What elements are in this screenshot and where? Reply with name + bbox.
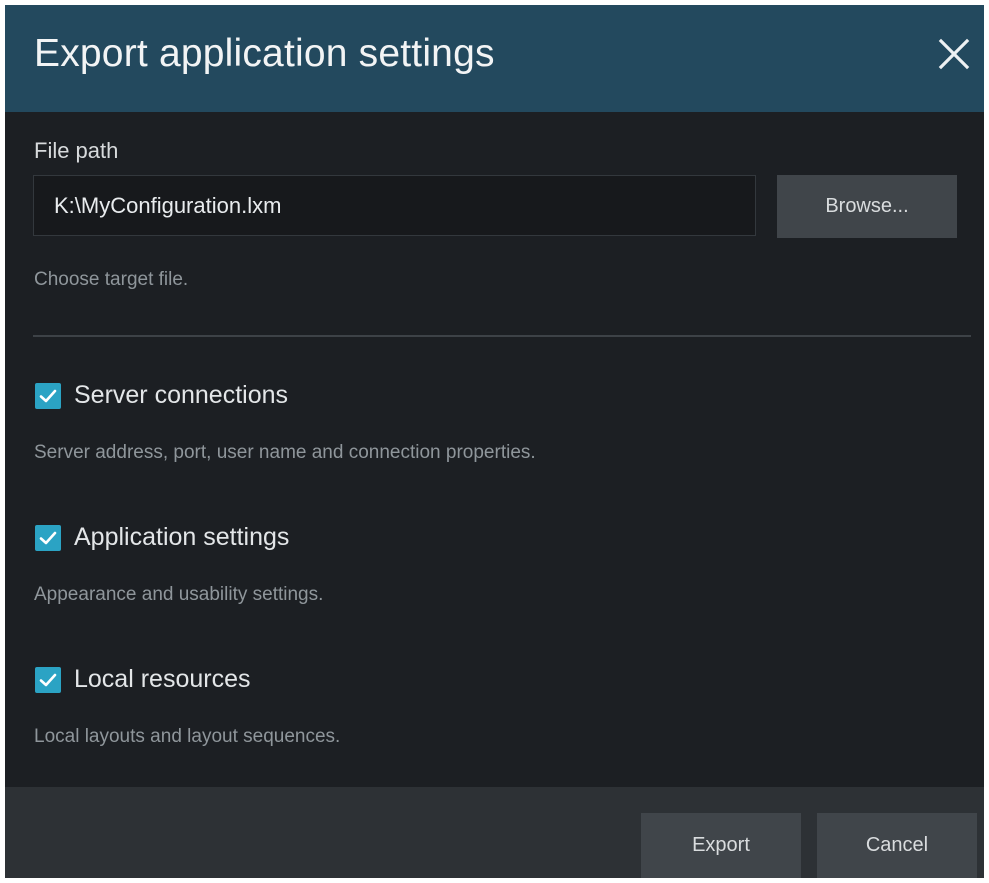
dialog-title: Export application settings: [34, 32, 495, 75]
file-path-input[interactable]: [33, 175, 756, 236]
export-settings-dialog: Export application settings File path Br…: [5, 5, 984, 878]
checkmark-icon: [39, 531, 57, 544]
close-button[interactable]: [936, 36, 972, 72]
local-resources-description: Local layouts and layout sequences.: [34, 726, 341, 747]
cancel-button[interactable]: Cancel: [817, 813, 977, 878]
section-divider: [33, 335, 971, 337]
application-settings-checkbox[interactable]: [35, 524, 61, 551]
server-connections-option[interactable]: Server connections: [35, 381, 288, 410]
local-resources-option[interactable]: Local resources: [35, 665, 250, 694]
file-path-label: File path: [34, 138, 119, 163]
application-settings-description: Appearance and usability settings.: [34, 584, 324, 605]
local-resources-label: Local resources: [74, 665, 251, 693]
checkmark-icon: [39, 673, 57, 686]
checkmark-icon: [39, 389, 57, 402]
server-connections-label: Server connections: [74, 381, 289, 409]
browse-button[interactable]: Browse...: [777, 175, 957, 238]
file-path-hint: Choose target file.: [34, 269, 189, 290]
server-connections-checkbox[interactable]: [35, 382, 61, 409]
close-icon: [938, 38, 970, 70]
dialog-title-bar: Export application settings: [5, 5, 984, 112]
application-settings-option[interactable]: Application settings: [35, 523, 289, 552]
export-button[interactable]: Export: [641, 813, 801, 878]
server-connections-description: Server address, port, user name and conn…: [34, 442, 536, 463]
local-resources-checkbox[interactable]: [35, 666, 61, 693]
application-settings-label: Application settings: [74, 523, 290, 551]
